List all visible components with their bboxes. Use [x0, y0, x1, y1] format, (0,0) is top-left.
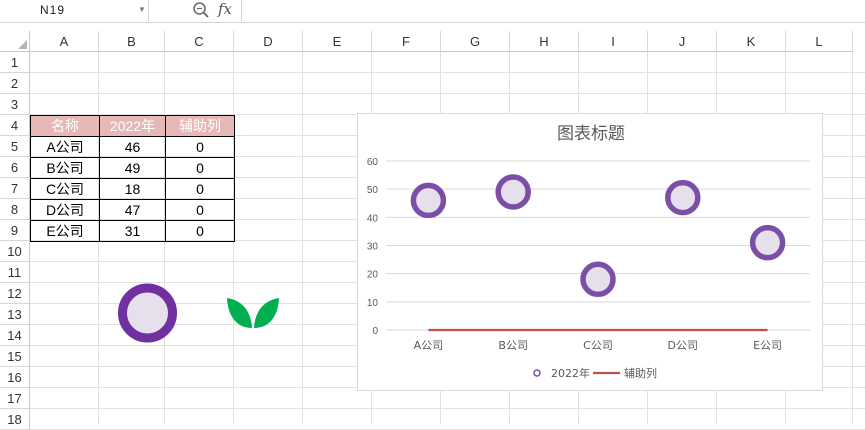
y-tick-label: 10 [367, 298, 379, 309]
row-header-2[interactable]: 2 [0, 73, 30, 94]
data-point [410, 182, 447, 219]
y-tick-label: 50 [367, 185, 379, 196]
y-tick-label: 20 [367, 270, 379, 281]
column-header-J[interactable]: J [648, 31, 717, 52]
chart[interactable]: 图表标题 0 10 20 30 40 50 60 A公司 B公司 C公司 D公司 E公司 2022年 辅助列 [357, 113, 823, 391]
table-cell[interactable]: D公司 [30, 199, 100, 221]
table-cell[interactable]: 18 [99, 178, 166, 200]
grid-hline [30, 93, 865, 94]
data-point [665, 179, 701, 216]
row-header-13[interactable]: 13 [0, 304, 30, 325]
ring-marker-icon[interactable] [115, 283, 180, 343]
chart-title: 图表标题 [557, 124, 625, 144]
x-tick-label: B公司 [498, 339, 528, 352]
legend-label-helper: 辅助列 [624, 366, 657, 380]
legend-label-2022: 2022年 [551, 366, 590, 380]
table-cell[interactable]: 47 [99, 199, 166, 221]
column-header-G[interactable]: G [441, 31, 510, 52]
column-header-D[interactable]: D [234, 31, 303, 52]
table-cell[interactable]: 46 [99, 136, 166, 158]
table-cell[interactable]: 0 [165, 178, 235, 200]
column-header-H[interactable]: H [510, 31, 579, 52]
y-tick-label: 60 [367, 157, 379, 168]
row-header-8[interactable]: 8 [0, 199, 30, 220]
row-header-6[interactable]: 6 [0, 157, 30, 178]
y-tick-label: 30 [367, 242, 379, 253]
row-header-17[interactable]: 17 [0, 388, 30, 409]
chart-svg: 图表标题 0 10 20 30 40 50 60 A公司 B公司 C公司 D公司 E公司 2022年 辅助列 [367, 124, 810, 380]
data-point [580, 261, 616, 298]
table-cell[interactable]: 0 [165, 157, 235, 179]
column-header-A[interactable]: A [30, 31, 99, 52]
data-point [495, 174, 531, 210]
leaf-icon[interactable] [226, 294, 280, 330]
table-cell[interactable]: 0 [165, 136, 235, 158]
column-header-I[interactable]: I [579, 31, 648, 52]
grid-hline [30, 72, 865, 73]
table-row: C公司 18 0 [30, 178, 235, 200]
row-header-9[interactable]: 9 [0, 220, 30, 241]
table-cell[interactable]: 0 [165, 220, 235, 242]
table-row: D公司 47 0 [30, 199, 235, 221]
x-tick-label: A公司 [414, 339, 444, 352]
header-2022[interactable]: 2022年 [99, 115, 166, 137]
table-cell[interactable]: B公司 [30, 157, 100, 179]
table-header-row: 名称 2022年 辅助列 [30, 115, 235, 137]
table-row: B公司 49 0 [30, 157, 235, 179]
row-header-5[interactable]: 5 [0, 136, 30, 157]
row-header-14[interactable]: 14 [0, 325, 30, 346]
data-point [749, 224, 786, 261]
column-header-F[interactable]: F [372, 31, 441, 52]
table-cell[interactable]: A公司 [30, 136, 100, 158]
x-tick-label: E公司 [753, 339, 782, 352]
grid-hline [30, 408, 865, 409]
row-header-16[interactable]: 16 [0, 367, 30, 388]
grid-vline [852, 52, 853, 424]
row-header-11[interactable]: 11 [0, 262, 30, 283]
column-header-K[interactable]: K [717, 31, 786, 52]
select-all-button[interactable] [0, 31, 30, 52]
row-header-15[interactable]: 15 [0, 346, 30, 367]
header-name[interactable]: 名称 [30, 115, 100, 137]
y-tick-label: 40 [367, 213, 379, 224]
table-row: A公司 46 0 [30, 136, 235, 158]
table-cell[interactable]: 49 [99, 157, 166, 179]
row-header-1[interactable]: 1 [0, 52, 30, 73]
column-header-B[interactable]: B [99, 31, 165, 52]
y-tick-label: 0 [372, 326, 378, 337]
row-header-18[interactable]: 18 [0, 409, 30, 430]
row-header-4[interactable]: 4 [0, 115, 30, 136]
legend-marker-2022 [533, 369, 541, 377]
header-helper[interactable]: 辅助列 [165, 115, 235, 137]
column-header-L[interactable]: L [786, 31, 853, 52]
table-cell[interactable]: C公司 [30, 178, 100, 200]
data-table: 名称 2022年 辅助列 A公司 46 0 B公司 49 0 C公司 18 0 … [30, 115, 235, 242]
row-header-3[interactable]: 3 [0, 94, 30, 115]
row-header-10[interactable]: 10 [0, 241, 30, 262]
x-tick-label: C公司 [583, 339, 613, 352]
table-cell[interactable]: 31 [99, 220, 166, 242]
column-header-E[interactable]: E [303, 31, 372, 52]
x-tick-label: D公司 [668, 339, 698, 352]
table-row: E公司 31 0 [30, 220, 235, 242]
row-header-12[interactable]: 12 [0, 283, 30, 304]
grid-vline [302, 52, 303, 424]
column-header-C[interactable]: C [165, 31, 234, 52]
table-cell[interactable]: E公司 [30, 220, 100, 242]
table-cell[interactable]: 0 [165, 199, 235, 221]
row-header-7[interactable]: 7 [0, 178, 30, 199]
